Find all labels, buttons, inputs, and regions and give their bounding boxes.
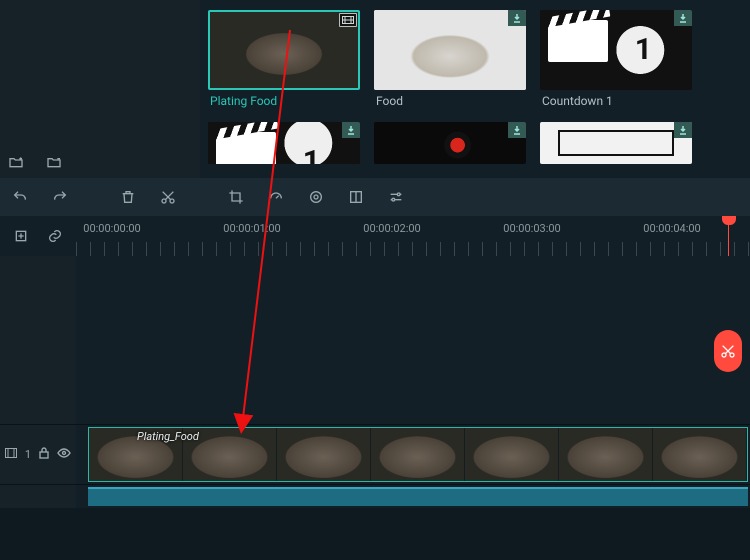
timeline-spacer xyxy=(0,256,750,424)
media-library: Plating Food Food xyxy=(0,0,750,178)
clip-thumb[interactable] xyxy=(374,122,526,164)
folder-actions xyxy=(6,152,64,172)
clip-caption: Food xyxy=(374,94,526,108)
cut-icon[interactable] xyxy=(158,187,178,207)
timeline: 1 Plating_Food xyxy=(0,256,750,560)
download-icon[interactable] xyxy=(674,122,692,138)
audio-track-body[interactable] xyxy=(76,484,750,508)
split-clip-button[interactable] xyxy=(714,330,742,372)
clip-card-row2-b[interactable] xyxy=(374,122,526,164)
clip-thumb[interactable] xyxy=(540,10,692,90)
speed-icon[interactable] xyxy=(266,187,286,207)
download-icon[interactable] xyxy=(508,122,526,138)
ruler-head xyxy=(0,216,76,256)
timeline-toolbar xyxy=(0,178,750,216)
eye-icon[interactable] xyxy=(57,448,71,461)
video-track-row: 1 Plating_Food xyxy=(0,424,750,484)
crop-icon[interactable] xyxy=(226,187,246,207)
ruler-ticks xyxy=(76,242,750,256)
video-track-body[interactable]: Plating_Food xyxy=(76,424,750,484)
clip-card-food[interactable]: Food xyxy=(374,10,526,108)
add-marker-icon[interactable] xyxy=(11,226,31,246)
delete-icon[interactable] xyxy=(118,187,138,207)
new-folder-icon[interactable] xyxy=(6,152,26,172)
timeline-ruler-row: 00:00:00:00 00:00:01:00 00:00:02:00 00:0… xyxy=(0,216,750,256)
timeline-clip-plating-food[interactable]: Plating_Food xyxy=(88,427,748,482)
clip-thumb[interactable] xyxy=(374,10,526,90)
ruler-tick-label: 00:00:00:00 xyxy=(83,222,140,235)
green-screen-icon[interactable] xyxy=(346,187,366,207)
app-root: Plating Food Food xyxy=(0,0,750,560)
ruler-tick-label: 00:00:01:00 xyxy=(223,222,280,235)
link-icon[interactable] xyxy=(45,226,65,246)
redo-icon[interactable] xyxy=(50,187,70,207)
audio-track-row xyxy=(0,484,750,508)
download-icon[interactable] xyxy=(342,122,360,138)
clip-thumb[interactable] xyxy=(208,122,360,164)
library-grid: Plating Food Food xyxy=(200,0,750,178)
adjust-icon[interactable] xyxy=(386,187,406,207)
ruler-tick-label: 00:00:03:00 xyxy=(503,222,560,235)
film-icon xyxy=(339,13,357,27)
timeline-ruler[interactable]: 00:00:00:00 00:00:01:00 00:00:02:00 00:0… xyxy=(76,216,750,256)
remove-folder-icon[interactable] xyxy=(44,152,64,172)
download-icon[interactable] xyxy=(508,10,526,26)
clip-thumb[interactable] xyxy=(540,122,692,164)
clip-caption: Countdown 1 xyxy=(540,94,692,108)
color-icon[interactable] xyxy=(306,187,326,207)
ruler-tick-label: 00:00:02:00 xyxy=(363,222,420,235)
clip-card-row2-c[interactable] xyxy=(540,122,692,164)
timeline-clip-label: Plating_Food xyxy=(137,430,199,443)
film-strip-icon xyxy=(5,448,17,461)
clip-card-countdown-1[interactable]: Countdown 1 xyxy=(540,10,692,108)
clip-card-plating-food[interactable]: Plating Food xyxy=(208,10,360,108)
video-track-head[interactable]: 1 xyxy=(0,424,76,484)
timeline-audio-clip[interactable] xyxy=(88,487,748,506)
track-index: 1 xyxy=(25,448,31,461)
library-sidebar xyxy=(0,0,200,178)
clip-card-row2-a[interactable] xyxy=(208,122,360,164)
lock-icon[interactable] xyxy=(39,447,49,462)
download-icon[interactable] xyxy=(674,10,692,26)
clip-thumb[interactable] xyxy=(208,10,360,90)
clip-caption: Plating Food xyxy=(208,94,360,108)
playhead[interactable] xyxy=(728,216,729,256)
audio-track-head[interactable] xyxy=(0,484,76,508)
undo-icon[interactable] xyxy=(10,187,30,207)
ruler-tick-label: 00:00:04:00 xyxy=(643,222,700,235)
